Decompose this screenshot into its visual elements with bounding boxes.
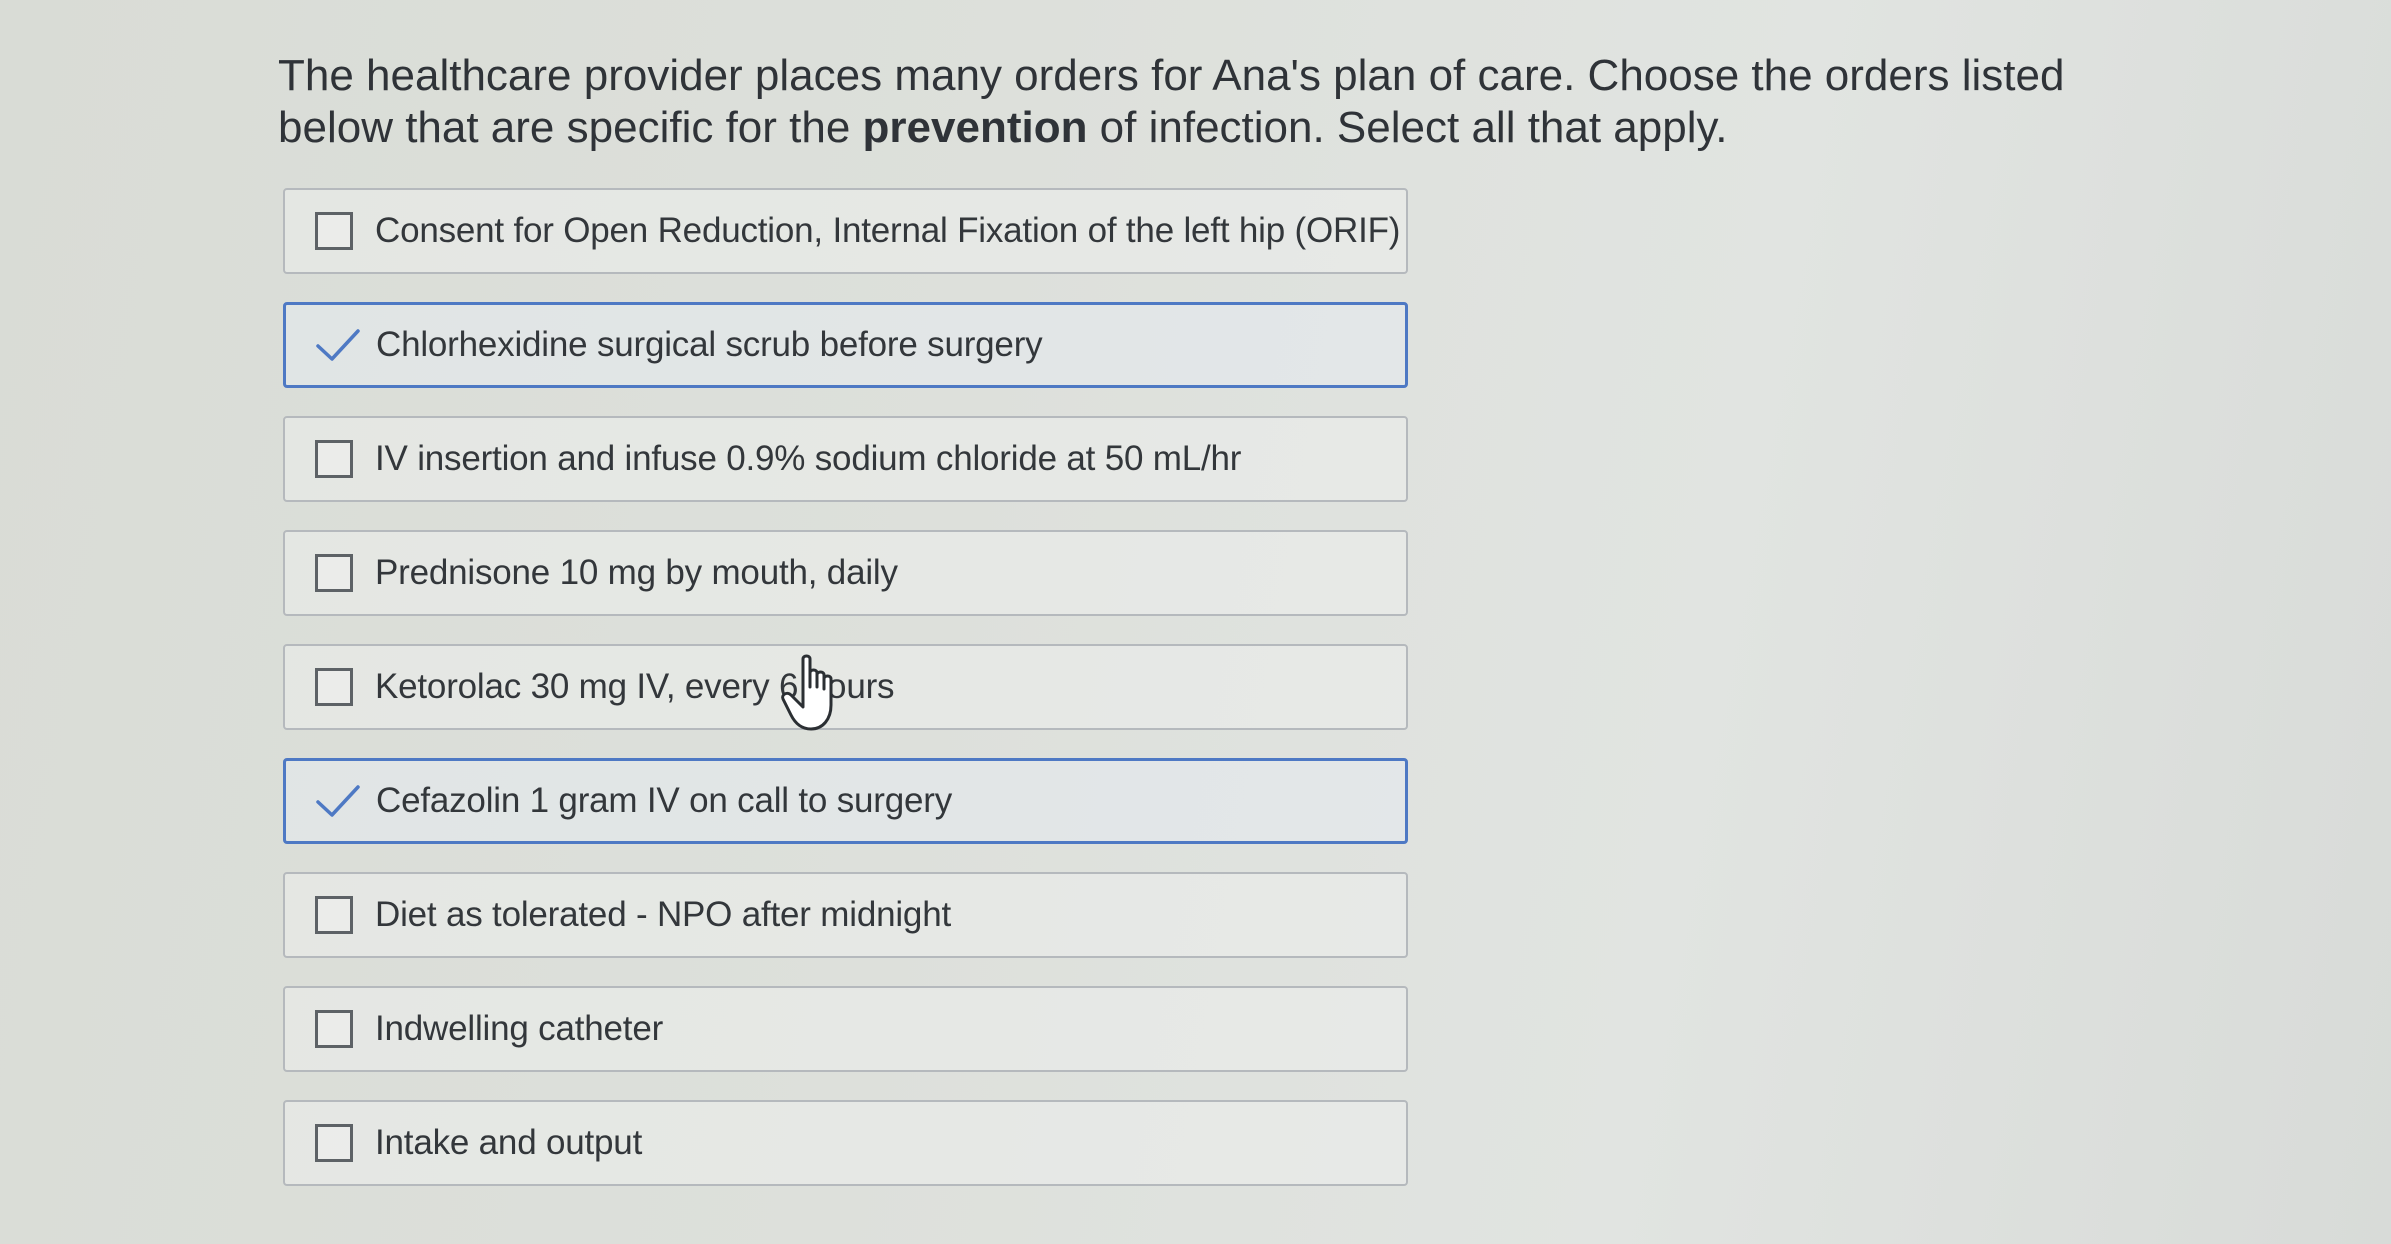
hand-pointer-icon [781,654,833,731]
checkmark-icon[interactable] [314,782,362,820]
quiz-page: The healthcare provider places many orde… [0,0,2391,1244]
checkbox[interactable] [315,1010,353,1048]
option-cefazolin[interactable]: Cefazolin 1 gram IV on call to surgery [283,758,1408,844]
question-text: The healthcare provider places many orde… [278,50,2178,154]
option-consent-orif[interactable]: Consent for Open Reduction, Internal Fix… [283,188,1408,274]
option-iv-insertion[interactable]: IV insertion and infuse 0.9% sodium chlo… [283,416,1408,502]
option-label: Consent for Open Reduction, Internal Fix… [375,211,1401,250]
question-text-part2: of infection. Select all that apply. [1087,103,1728,152]
option-chlorhexidine-scrub[interactable]: Chlorhexidine surgical scrub before surg… [283,302,1408,388]
option-label: Intake and output [375,1123,643,1162]
option-prednisone[interactable]: Prednisone 10 mg by mouth, daily [283,530,1408,616]
checkbox[interactable] [315,896,353,934]
option-label: Cefazolin 1 gram IV on call to surgery [376,781,953,820]
checkbox[interactable] [315,1124,353,1162]
option-diet-npo[interactable]: Diet as tolerated - NPO after midnight [283,872,1408,958]
question-text-emphasis: prevention [862,103,1088,152]
option-label: Diet as tolerated - NPO after midnight [375,895,951,934]
checkbox[interactable] [315,668,353,706]
option-label: Chlorhexidine surgical scrub before surg… [376,325,1043,364]
option-label: Indwelling catheter [375,1009,664,1048]
option-label: Prednisone 10 mg by mouth, daily [375,553,898,592]
option-label: IV insertion and infuse 0.9% sodium chlo… [375,439,1242,478]
checkbox[interactable] [315,212,353,250]
option-indwelling-catheter[interactable]: Indwelling catheter [283,986,1408,1072]
option-intake-output[interactable]: Intake and output [283,1100,1408,1186]
checkbox[interactable] [315,554,353,592]
checkbox[interactable] [315,440,353,478]
checkmark-icon[interactable] [314,326,362,364]
